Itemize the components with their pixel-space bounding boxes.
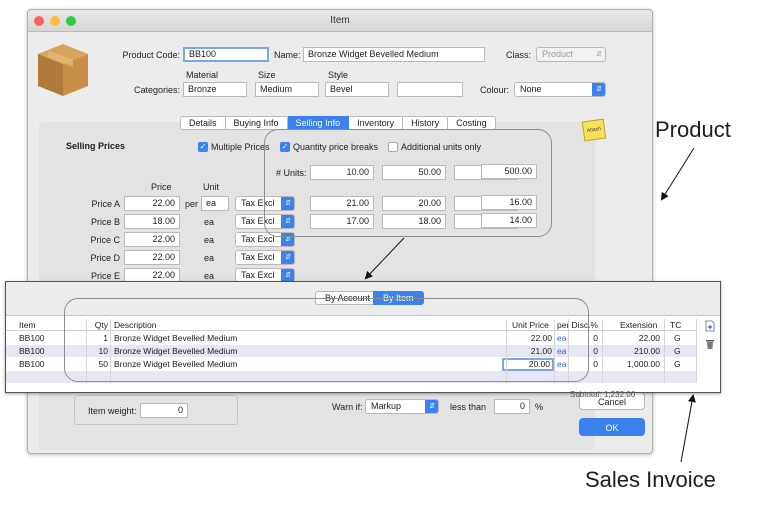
annotation-arrows <box>364 147 696 463</box>
product-annotation: Product <box>655 117 731 142</box>
sales-invoice-annotation: Sales Invoice <box>585 467 716 492</box>
arrow-quantity-to-invoice <box>364 237 405 280</box>
arrow-sales-invoice <box>680 394 696 463</box>
arrow-product <box>660 147 695 201</box>
